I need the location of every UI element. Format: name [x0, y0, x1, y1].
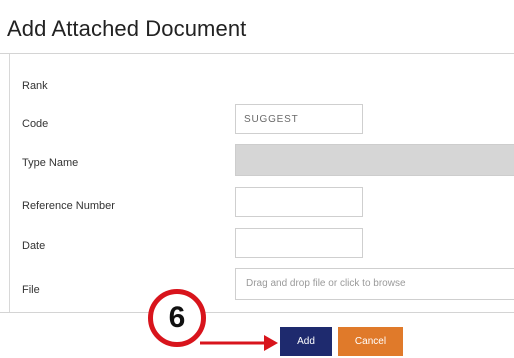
file-label: File: [22, 284, 40, 296]
type-name-input: [235, 144, 514, 176]
form-left-border: [9, 54, 10, 312]
reference-number-input[interactable]: [235, 187, 363, 217]
step-callout-badge: 6: [148, 289, 206, 347]
rank-label: Rank: [22, 80, 48, 92]
file-dropzone[interactable]: Drag and drop file or click to browse: [235, 268, 514, 300]
reference-number-label: Reference Number: [22, 200, 115, 212]
add-attached-document-dialog: Add Attached Document Rank Code Type Nam…: [0, 0, 514, 358]
header-divider: [0, 53, 514, 54]
callout-arrow-icon: [200, 335, 278, 351]
dialog-title: Add Attached Document: [7, 16, 247, 41]
date-input[interactable]: [235, 228, 363, 258]
footer-divider: [0, 312, 514, 313]
type-name-label: Type Name: [22, 157, 79, 169]
code-input[interactable]: [235, 104, 363, 134]
cancel-button[interactable]: Cancel: [338, 327, 403, 356]
date-label: Date: [22, 240, 46, 252]
code-label: Code: [22, 118, 49, 130]
add-button[interactable]: Add: [280, 327, 332, 356]
